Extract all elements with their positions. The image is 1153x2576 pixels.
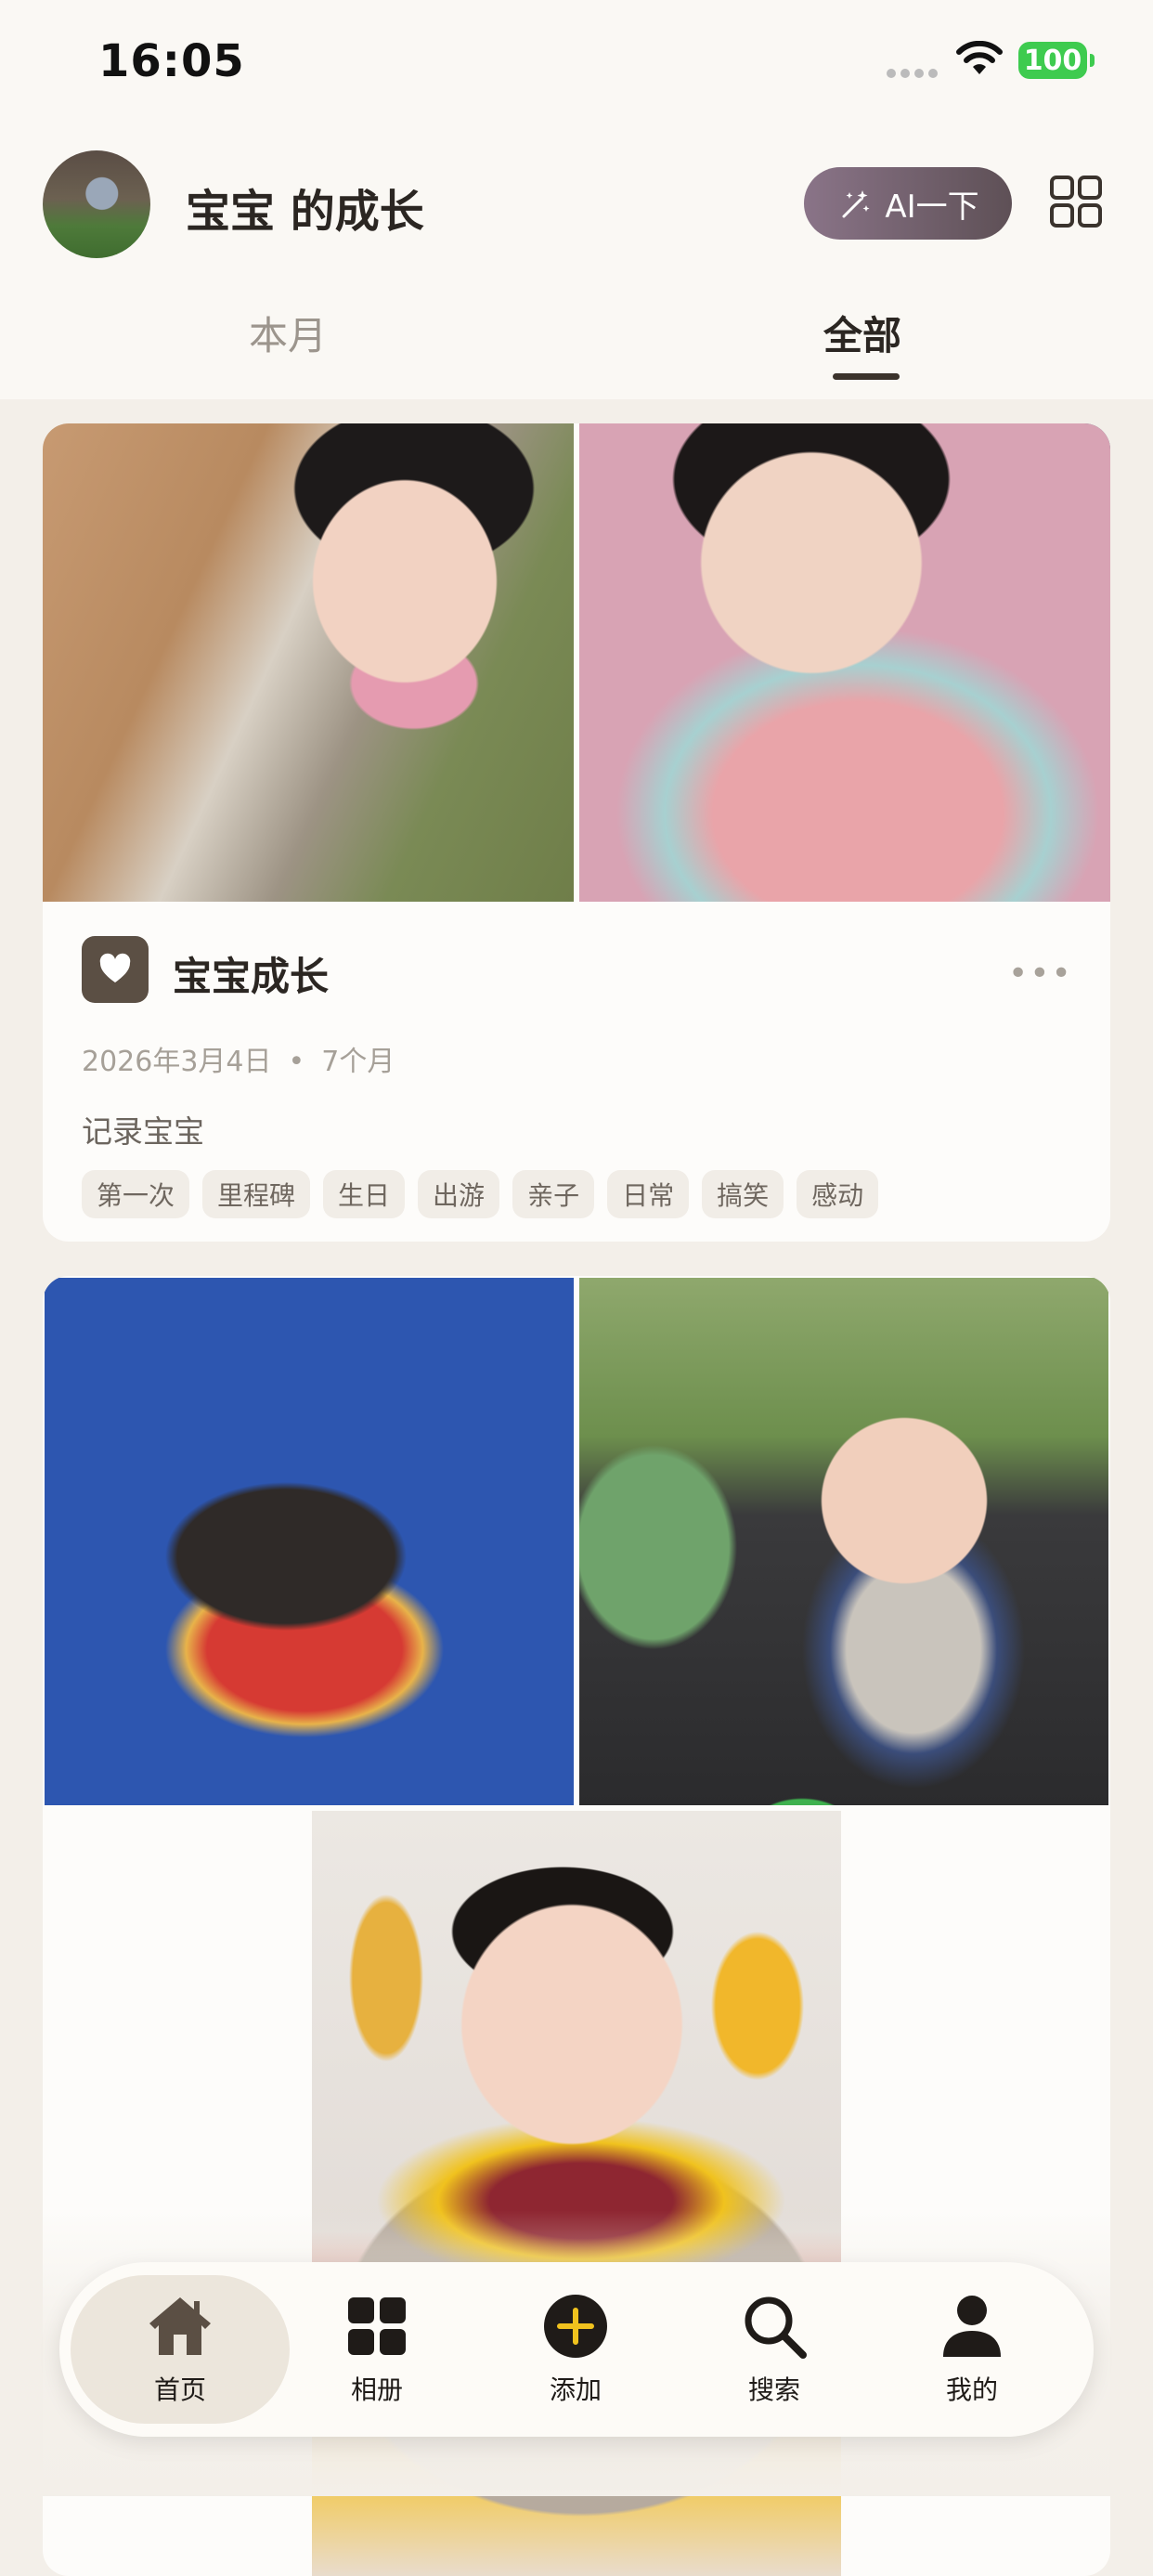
status-time: 16:05 <box>98 35 245 87</box>
search-icon <box>745 2296 807 2359</box>
tab-album-label: 相册 <box>350 2374 403 2405</box>
page-title: 宝宝 的成长 <box>186 186 424 238</box>
tab-home[interactable]: 首页 <box>71 2275 290 2424</box>
tag[interactable]: 里程碑 <box>202 1170 311 1218</box>
status-bar: 16:05 100 <box>0 0 1153 130</box>
tab-this-month[interactable]: 本月 <box>249 305 327 361</box>
magic-wand-icon <box>842 190 870 218</box>
more-options-icon[interactable]: ••• <box>1008 955 1073 993</box>
tab-search[interactable]: 搜索 <box>691 2262 858 2437</box>
tab-album[interactable]: 相册 <box>293 2262 460 2437</box>
heart-icon <box>82 936 149 1003</box>
card-title: 宝宝成长 <box>173 954 330 999</box>
photo-baby-smiling[interactable] <box>43 423 574 902</box>
ai-button-label: AI一下 <box>885 188 979 226</box>
tag[interactable]: 日常 <box>607 1170 690 1218</box>
card-date: 2026年3月4日 <box>82 1046 272 1078</box>
add-icon <box>544 2295 607 2358</box>
tab-all[interactable]: 全部 <box>823 305 901 361</box>
home-icon <box>149 2297 211 2355</box>
bottom-tab-bar: 首页 相册 添加 搜索 我的 <box>59 2262 1094 2437</box>
wifi-icon <box>956 41 1003 74</box>
avatar[interactable] <box>43 150 150 258</box>
photo-baby-in-playpen[interactable] <box>45 1278 574 1805</box>
tag-list: 第一次 里程碑 生日 出游 亲子 日常 搞笑 感动 <box>82 1170 879 1218</box>
tab-add-label: 添加 <box>549 2374 602 2405</box>
tab-mine[interactable]: 我的 <box>888 2262 1056 2437</box>
photo-baby-car-seat[interactable] <box>579 1278 1108 1805</box>
signal-icon <box>887 69 938 78</box>
ai-button[interactable]: AI一下 <box>804 167 1012 240</box>
tag[interactable]: 感动 <box>797 1170 879 1218</box>
tag[interactable]: 出游 <box>418 1170 500 1218</box>
tab-add[interactable]: 添加 <box>492 2262 659 2437</box>
active-tab-indicator <box>833 373 900 380</box>
photo-baby-sleeping[interactable] <box>579 423 1110 902</box>
card-description: 记录宝宝 <box>82 1113 204 1150</box>
tab-search-label: 搜索 <box>747 2374 800 2405</box>
tab-home-label: 首页 <box>153 2374 206 2405</box>
card-meta: 2026年3月4日 • 7个月 <box>82 1038 395 1079</box>
battery-icon: 100 <box>1018 42 1095 79</box>
layout-grid-icon[interactable] <box>1049 175 1103 228</box>
app-header: 宝宝 的成长 AI一下 本月 全部 <box>0 130 1153 399</box>
tag[interactable]: 搞笑 <box>702 1170 784 1218</box>
tag[interactable]: 亲子 <box>512 1170 595 1218</box>
person-icon <box>943 2296 1001 2357</box>
separator-dot: • <box>288 1046 305 1078</box>
moment-card[interactable]: 宝宝成长 ••• 2026年3月4日 • 7个月 记录宝宝 第一次 里程碑 生日 出… <box>43 423 1110 1242</box>
tab-mine-label: 我的 <box>945 2374 998 2405</box>
tag[interactable]: 第一次 <box>82 1170 190 1218</box>
card-age: 7个月 <box>321 1046 395 1078</box>
tag[interactable]: 生日 <box>323 1170 406 1218</box>
grid-icon <box>348 2297 406 2355</box>
